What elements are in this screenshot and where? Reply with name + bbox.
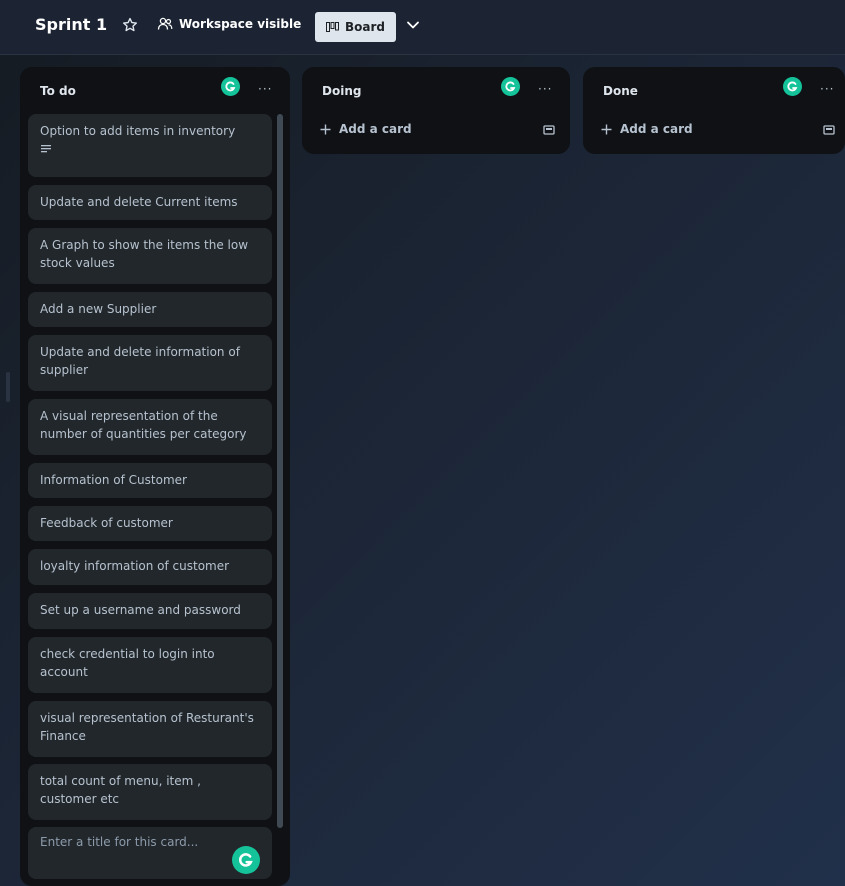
people-icon [157,17,173,30]
workspace-visibility-label: Workspace visible [179,17,302,31]
grammarly-icon[interactable] [783,77,802,96]
card-title: Add a new Supplier [40,302,157,316]
card-title: Update and delete Current items [40,195,238,209]
add-card-label: Add a card [620,122,693,136]
plus-icon [601,124,612,134]
list-scrollbar[interactable] [277,114,283,828]
card-template-icon[interactable] [823,124,835,136]
grammarly-icon[interactable] [232,846,260,874]
list-menu-ellipsis-icon[interactable]: ··· [820,82,834,96]
card[interactable]: Information of Customer [28,463,272,498]
card-title: Update and delete information of supplie… [40,345,240,377]
workspace-visibility-button[interactable]: Workspace visible [157,17,301,31]
card-title: check credential to login into account [40,647,215,679]
board-view-label: Board [345,20,385,34]
card-template-icon[interactable] [543,124,555,136]
add-card-button[interactable]: Add a card [601,122,693,136]
board-view-button[interactable]: Board [315,12,396,42]
star-icon[interactable] [122,17,138,33]
board-title[interactable]: Sprint 1 [35,15,107,34]
card-title: Option to add items in inventory [40,124,236,138]
card[interactable]: check credential to login into account [28,637,272,693]
list-doing [302,67,570,154]
board-header: Sprint 1 Workspace visible Board [0,0,845,55]
list-menu-ellipsis-icon[interactable]: ··· [258,82,272,96]
card-title-placeholder: Enter a title for this card... [40,835,199,849]
card-title: A visual representation of the number of… [40,409,247,441]
card-title: A Graph to show the items the low stock … [40,238,249,270]
list-menu-ellipsis-icon[interactable]: ··· [538,82,552,96]
card-title: Information of Customer [40,473,187,487]
card[interactable]: Option to add items in inventory [28,114,272,177]
card[interactable]: visual representation of Resturant's Fin… [28,701,272,757]
card[interactable]: loyalty information of customer [28,549,272,585]
card-title: loyalty information of customer [40,559,230,573]
card[interactable]: Feedback of customer [28,506,272,541]
list-title-done[interactable]: Done [603,84,638,98]
chevron-down-icon[interactable] [406,18,420,32]
grammarly-icon[interactable] [501,77,520,96]
card-title: total count of menu, item , customer etc [40,774,201,806]
card[interactable]: Set up a username and password [28,593,272,629]
description-icon [41,145,51,153]
list-done [583,67,845,154]
card[interactable]: Update and delete information of supplie… [28,335,272,391]
list-title-doing[interactable]: Doing [322,84,361,98]
grammarly-icon[interactable] [221,77,240,96]
card-title: Feedback of customer [40,516,173,530]
add-card-button[interactable]: Add a card [320,122,412,136]
card[interactable]: Add a new Supplier [28,292,272,327]
card-title: visual representation of Resturant's Fin… [40,711,254,743]
list-title-to-do[interactable]: To do [40,84,76,98]
plus-icon [320,124,331,134]
card[interactable]: Update and delete Current items [28,185,272,220]
card-title: Set up a username and password [40,603,241,617]
card[interactable]: A visual representation of the number of… [28,399,272,455]
board-icon [326,22,339,32]
sidebar-handle[interactable] [6,372,10,402]
add-card-label: Add a card [339,122,412,136]
card[interactable]: A Graph to show the items the low stock … [28,228,272,284]
card[interactable]: total count of menu, item , customer etc [28,764,272,820]
